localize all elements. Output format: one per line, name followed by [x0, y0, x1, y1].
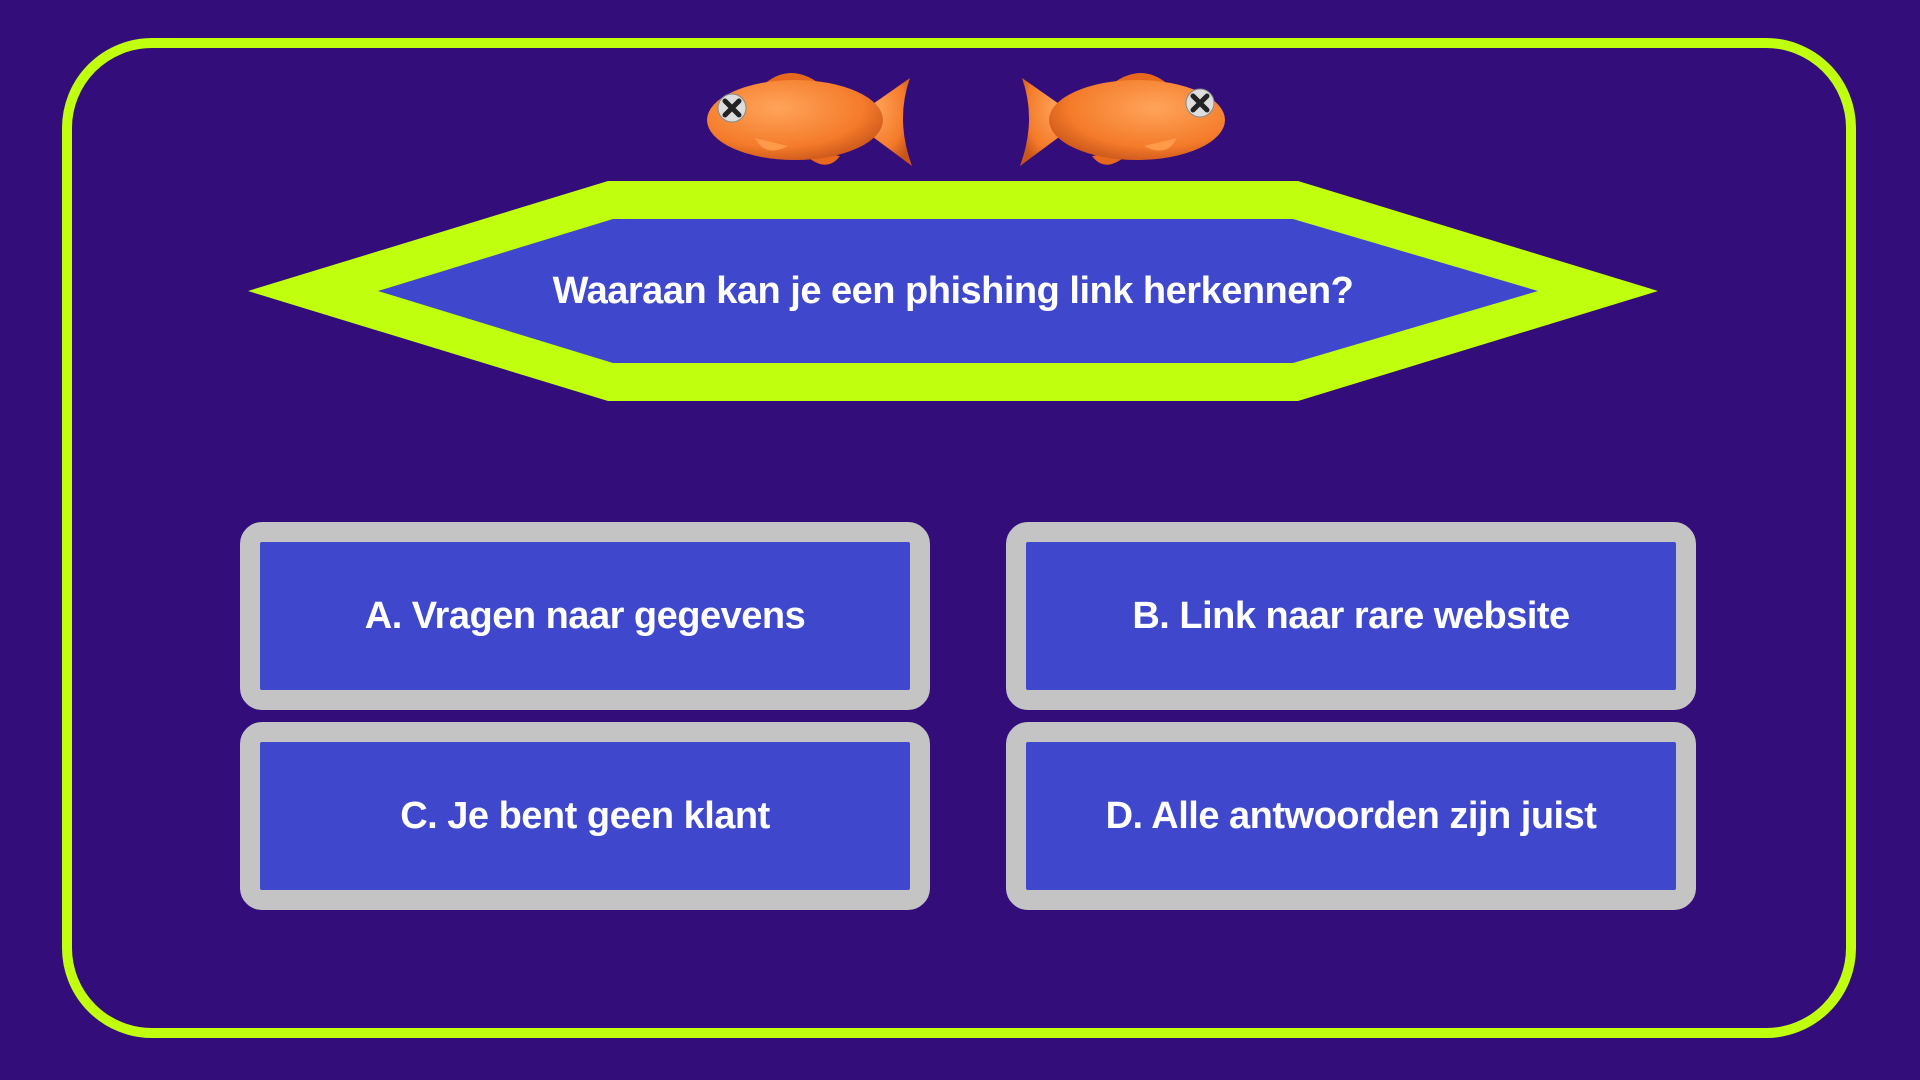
question-panel: Waaraan kan je een phishing link herkenn… — [248, 181, 1658, 401]
quiz-screen: Waaraan kan je een phishing link herkenn… — [0, 0, 1920, 1080]
answer-d-button[interactable]: D. Alle antwoorden zijn juist — [1006, 722, 1696, 910]
answer-a-button[interactable]: A. Vragen naar gegevens — [240, 522, 930, 710]
answer-label: B. Link naar rare website — [1132, 594, 1570, 637]
answer-b-button[interactable]: B. Link naar rare website — [1006, 522, 1696, 710]
answer-label: D. Alle antwoorden zijn juist — [1105, 794, 1597, 837]
question-text: Waaraan kan je een phishing link herkenn… — [552, 269, 1354, 312]
answer-c-button[interactable]: C. Je bent geen klant — [240, 722, 930, 910]
dead-fish-icon[interactable] — [700, 58, 920, 178]
answer-label: A. Vragen naar gegevens — [364, 594, 806, 637]
answer-label: C. Je bent geen klant — [400, 794, 770, 837]
dead-fish-icon[interactable] — [1012, 58, 1232, 178]
